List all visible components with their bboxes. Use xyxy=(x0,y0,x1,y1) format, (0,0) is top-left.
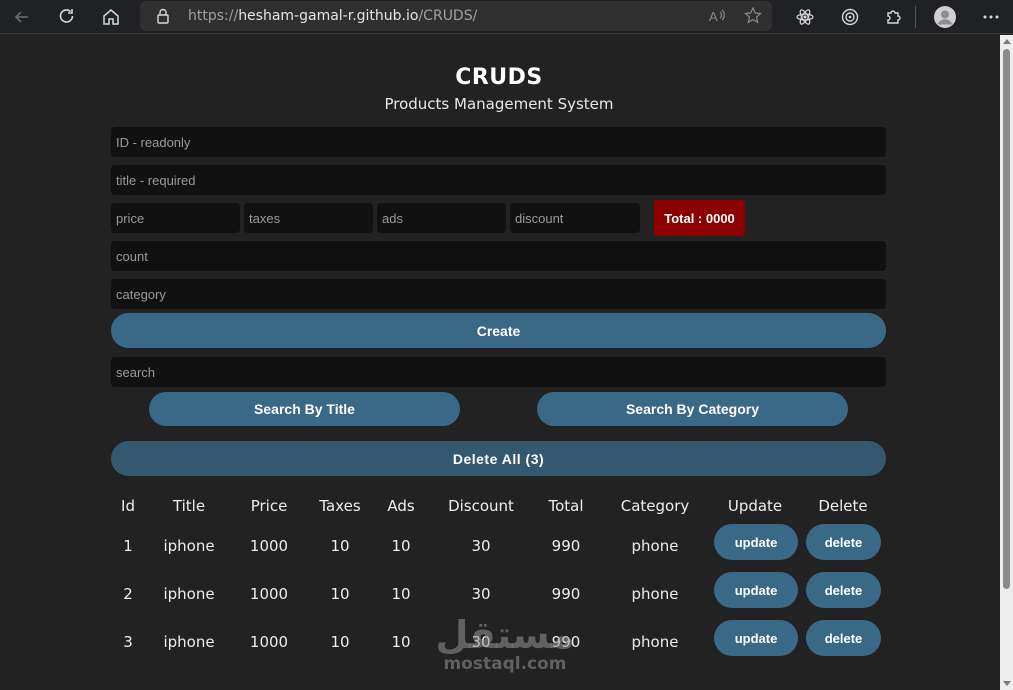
header-category: Category xyxy=(620,497,690,515)
header-taxes: Taxes xyxy=(319,497,361,515)
header-title: Title xyxy=(172,497,206,515)
extension-target-icon[interactable] xyxy=(837,4,863,30)
search-by-title-button[interactable]: Search By Title xyxy=(149,392,460,426)
cell-taxes: 10 xyxy=(330,585,350,603)
address-bar[interactable]: https://hesham-gamal-r.github.io/CRUDS/ … xyxy=(140,1,772,31)
watermark-latin: mostaql.com xyxy=(443,654,567,674)
cell-discount: 30 xyxy=(471,537,491,555)
count-input[interactable] xyxy=(111,241,886,271)
favorite-add-icon[interactable] xyxy=(744,6,764,30)
cell-id: 1 xyxy=(123,537,133,555)
delete-button[interactable]: delete xyxy=(806,620,881,656)
cell-discount: 30 xyxy=(471,585,491,603)
mostaql-watermark: مستقل mostaql.com xyxy=(430,615,580,673)
back-icon[interactable] xyxy=(9,4,35,30)
lock-icon xyxy=(156,8,170,29)
search-by-category-button[interactable]: Search By Category xyxy=(537,392,848,426)
scrollbar-thumb[interactable] xyxy=(1003,49,1010,589)
search-input[interactable] xyxy=(111,357,886,387)
discount-input[interactable] xyxy=(510,203,640,233)
home-icon[interactable] xyxy=(98,4,124,30)
header-total: Total xyxy=(548,497,584,515)
header-ads: Ads xyxy=(387,497,415,515)
cell-ads: 10 xyxy=(391,537,411,555)
update-button[interactable]: update xyxy=(714,572,798,608)
cell-taxes: 10 xyxy=(330,633,350,651)
update-button[interactable]: update xyxy=(714,524,798,560)
svg-text:A: A xyxy=(709,9,718,24)
title-input[interactable] xyxy=(111,165,886,195)
more-menu-icon[interactable] xyxy=(978,4,1004,30)
scroll-up-icon[interactable] xyxy=(1003,39,1011,44)
header-update: Update xyxy=(727,497,783,515)
cell-id: 2 xyxy=(123,585,133,603)
vertical-scrollbar[interactable] xyxy=(1000,35,1013,690)
cell-ads: 10 xyxy=(391,633,411,651)
price-input[interactable] xyxy=(111,203,240,233)
cell-taxes: 10 xyxy=(330,537,350,555)
cell-category: phone xyxy=(631,633,679,651)
cell-title: iphone xyxy=(163,537,215,555)
cell-price: 1000 xyxy=(249,537,289,555)
delete-all-button[interactable]: Delete All (3) xyxy=(111,441,886,476)
cell-category: phone xyxy=(631,585,679,603)
header-price: Price xyxy=(250,497,288,515)
create-button[interactable]: Create xyxy=(111,313,886,348)
cell-id: 3 xyxy=(123,633,133,651)
scroll-down-icon[interactable] xyxy=(1003,681,1011,686)
cell-category: phone xyxy=(631,537,679,555)
watermark-arabic: مستقل xyxy=(435,613,575,657)
cell-total: 990 xyxy=(551,585,581,603)
taxes-input[interactable] xyxy=(244,203,373,233)
extensions-puzzle-icon[interactable] xyxy=(881,4,907,30)
page-subtitle: Products Management System xyxy=(384,95,614,113)
extension-react-icon[interactable] xyxy=(792,4,818,30)
refresh-icon[interactable] xyxy=(54,4,80,30)
header-delete: Delete xyxy=(818,497,868,515)
toolbar-divider xyxy=(915,6,916,28)
ads-input[interactable] xyxy=(377,203,506,233)
profile-avatar-icon[interactable] xyxy=(932,4,958,30)
cell-ads: 10 xyxy=(391,585,411,603)
category-input[interactable] xyxy=(111,279,886,309)
page-content: CRUDS Products Management System Total :… xyxy=(0,35,1000,690)
cell-title: iphone xyxy=(163,633,215,651)
header-discount: Discount xyxy=(448,497,514,515)
total-badge: Total : 0000 xyxy=(654,200,745,236)
page-title: CRUDS xyxy=(455,65,543,90)
cell-title: iphone xyxy=(163,585,215,603)
header-id: Id xyxy=(121,497,135,515)
cell-price: 1000 xyxy=(249,585,289,603)
delete-button[interactable]: delete xyxy=(806,524,881,560)
id-input[interactable] xyxy=(111,127,886,157)
browser-toolbar: https://hesham-gamal-r.github.io/CRUDS/ … xyxy=(0,0,1013,34)
read-aloud-icon[interactable]: A xyxy=(708,7,728,30)
cell-total: 990 xyxy=(551,537,581,555)
url-text: https://hesham-gamal-r.github.io/CRUDS/ xyxy=(188,8,478,24)
update-button[interactable]: update xyxy=(714,620,798,656)
cell-price: 1000 xyxy=(249,633,289,651)
delete-button[interactable]: delete xyxy=(806,572,881,608)
